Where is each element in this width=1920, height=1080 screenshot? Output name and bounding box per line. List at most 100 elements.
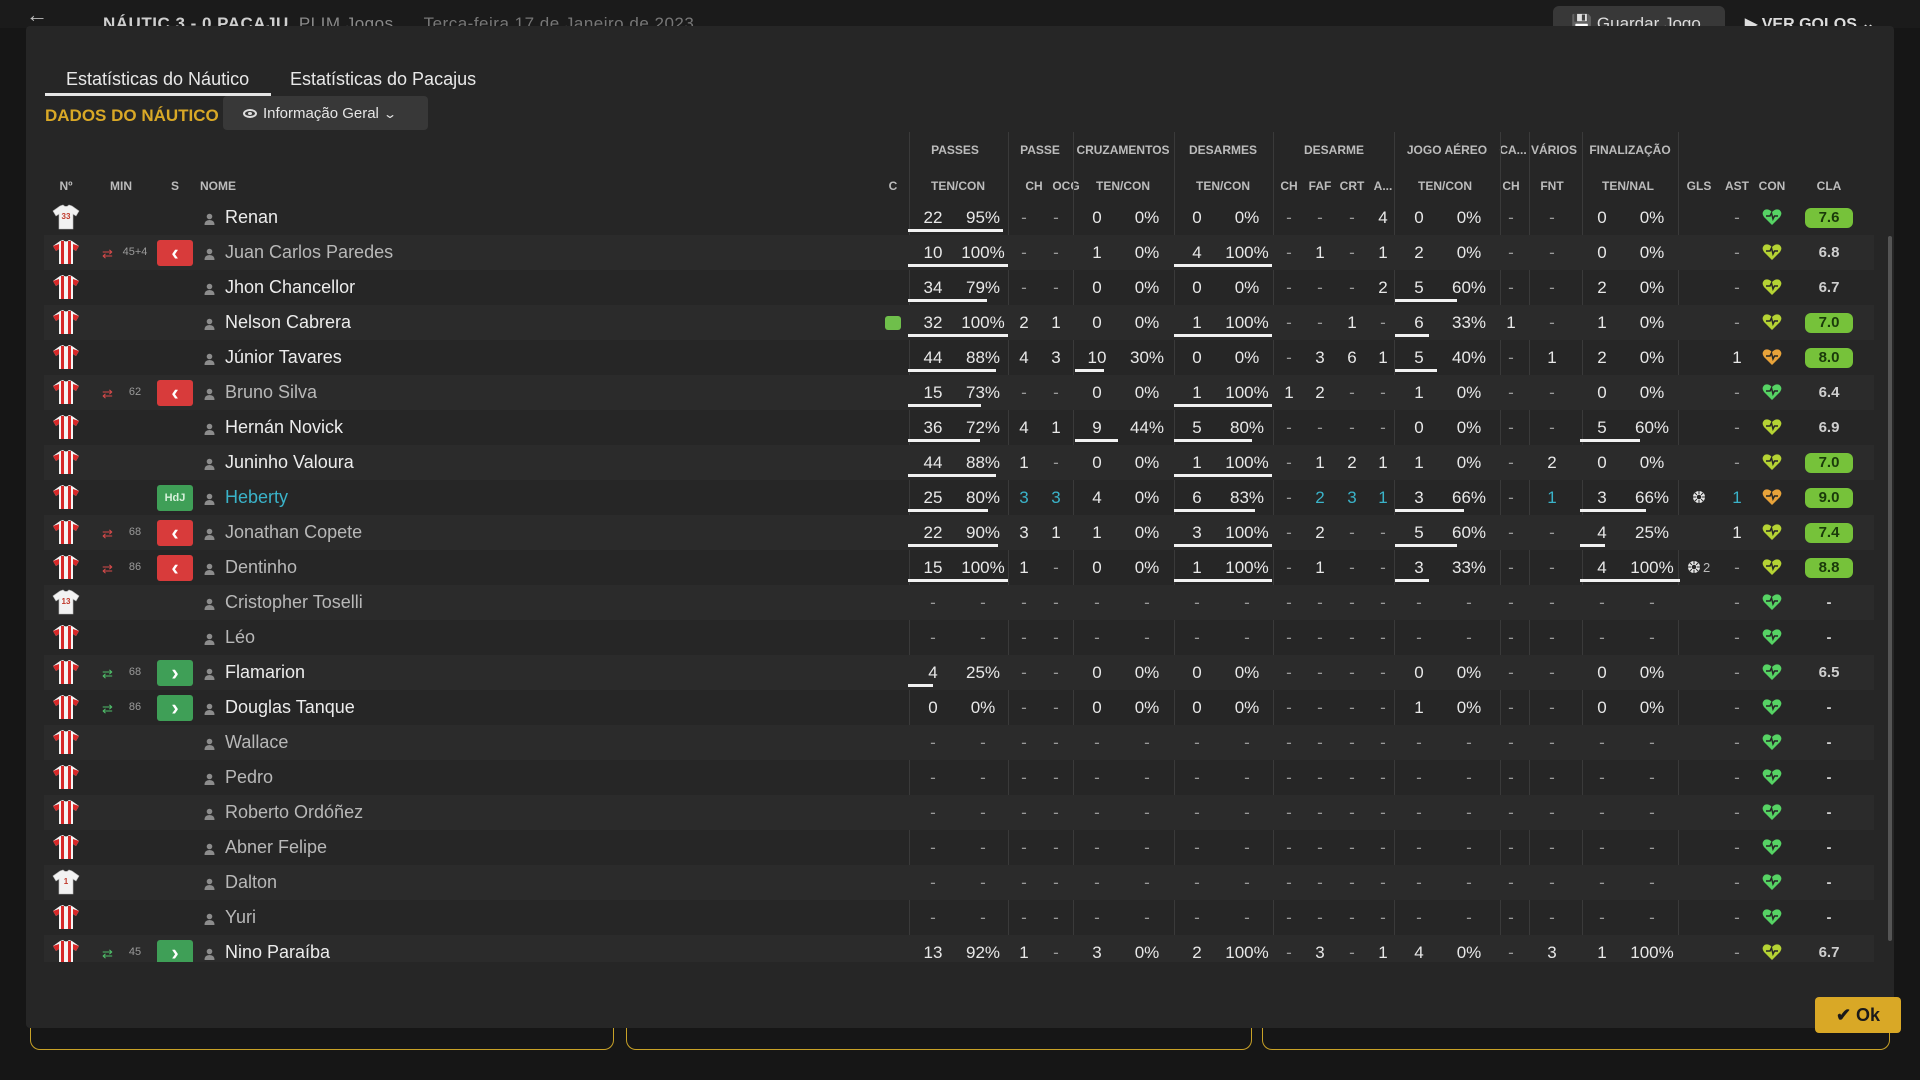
view-selector-dropdown[interactable]: Informação Geral ⌄: [223, 96, 428, 130]
player-name[interactable]: Jonathan Copete: [225, 515, 362, 550]
air-success-bar: [1395, 579, 1429, 582]
column-header-dfaf[interactable]: FAF: [1305, 179, 1335, 193]
table-row[interactable]: ⇄ 45 › Nino Paraíba 13 92% 1-3 0% 2 100% -3-1 4 0% -3…: [44, 935, 1874, 962]
empty-cell: -: [1416, 803, 1422, 822]
player-name[interactable]: Bruno Silva: [225, 375, 317, 410]
player-name[interactable]: Renan: [225, 200, 278, 235]
column-header-dch[interactable]: CH: [1279, 179, 1299, 193]
table-row[interactable]: Yuri - - - - - - - - - - - - - - - - - - - -: [44, 900, 1874, 935]
empty-cell: -: [1053, 873, 1059, 892]
player-name[interactable]: Pedro: [225, 760, 273, 795]
tab-nautico-stats[interactable]: Estatísticas do Náutico: [45, 60, 271, 96]
table-row[interactable]: Wallace - - - - - - - - - - - - - - - - - - - -: [44, 725, 1874, 760]
player-name[interactable]: Abner Felipe: [225, 830, 327, 865]
column-header-ast[interactable]: AST: [1722, 179, 1752, 193]
player-name[interactable]: Yuri: [225, 900, 256, 935]
player-name[interactable]: Roberto Ordóñez: [225, 795, 363, 830]
table-row[interactable]: Roberto Ordóñez - - - - - - - - - - - - - - - - - - - -: [44, 795, 1874, 830]
column-header-cach[interactable]: CH: [1501, 179, 1521, 193]
empty-cell: -: [1508, 593, 1514, 612]
tab-pacajus-stats[interactable]: Estatísticas do Pacajus: [290, 60, 476, 96]
player-name[interactable]: Flamarion: [225, 655, 305, 690]
table-row[interactable]: Juninho Valoura 44 88% 1-0 0% 1 100% -1 2 1 1 0% -2 0…: [44, 445, 1874, 480]
cell-dfaf: 1: [1315, 558, 1325, 577]
column-header-air[interactable]: TEN/CON: [1410, 179, 1480, 193]
column-header-passes[interactable]: TEN/CON: [923, 179, 993, 193]
subbed-on-badge[interactable]: ›: [157, 660, 193, 686]
table-row[interactable]: 13 Cristopher Toselli - - - - - - - - - - - - - - - - - - - -: [44, 585, 1874, 620]
column-header-gls[interactable]: GLS: [1684, 179, 1714, 193]
empty-cell: -: [1549, 873, 1555, 892]
empty-cell: -: [1286, 733, 1292, 752]
column-header-pocg[interactable]: OCG: [1051, 179, 1081, 193]
player-name[interactable]: Dalton: [225, 865, 277, 900]
table-row[interactable]: HdJ Heberty 25 80% 3 3 4 0% 6 83% -2 3 1 3 66% -1 3 66% 1 9…: [44, 480, 1874, 515]
column-header-name[interactable]: NOME: [200, 179, 236, 193]
player-name[interactable]: Dentinho: [225, 550, 297, 585]
subbed-off-badge[interactable]: ‹: [157, 380, 193, 406]
player-name[interactable]: Juninho Valoura: [225, 445, 354, 480]
column-header-min[interactable]: MIN: [101, 179, 141, 193]
column-header-dcrt[interactable]: CRT: [1337, 179, 1367, 193]
table-row[interactable]: Hernán Novick 36 72% 4 1 9 44% 5 80% - - - -0 0% - -5 60…: [44, 410, 1874, 445]
scrollbar[interactable]: [1888, 236, 1892, 941]
cell-dch: 1: [1284, 383, 1294, 402]
player-name[interactable]: Hernán Novick: [225, 410, 343, 445]
player-name[interactable]: Nelson Cabrera: [225, 305, 351, 340]
cell-cach: -: [1508, 558, 1514, 577]
column-header-con[interactable]: CON: [1752, 179, 1792, 193]
table-row[interactable]: ⇄ 86 ‹ Dentinho 15 100% 1-0 0% 1 100% -1- -3 33% - -4 1…: [44, 550, 1874, 585]
cell-dcrt: -: [1349, 663, 1355, 682]
cell-cach: -: [1508, 208, 1514, 227]
player-name[interactable]: Wallace: [225, 725, 288, 760]
back-arrow-icon[interactable]: ←: [26, 4, 48, 26]
man-of-the-match-badge[interactable]: HdJ: [157, 485, 193, 511]
player-name[interactable]: Juan Carlos Paredes: [225, 235, 393, 270]
column-header-c[interactable]: C: [883, 179, 903, 193]
subbed-on-badge[interactable]: ›: [157, 940, 193, 962]
column-header-cla[interactable]: CLA: [1809, 179, 1849, 193]
table-row[interactable]: ⇄ 86 › Douglas Tanque 0 0% - - 0 0% 0 0% - - - - 1 0% - - 0 0…: [44, 690, 1874, 725]
column-header-fin[interactable]: TEN/NAL: [1593, 179, 1663, 193]
player-name[interactable]: Jhon Chancellor: [225, 270, 355, 305]
subbed-off-badge[interactable]: ‹: [157, 520, 193, 546]
subbed-on-badge[interactable]: ›: [157, 695, 193, 721]
column-header-s[interactable]: S: [165, 179, 185, 193]
save-game-button[interactable]: 💾 Guardar Jogo: [1553, 6, 1725, 28]
cell-ft: 1: [1597, 313, 1607, 332]
table-row[interactable]: ⇄ 62 ‹ Bruno Silva 15 73% - -0 0% 1 100% 1 2- -1 0% - -0…: [44, 375, 1874, 410]
table-row[interactable]: ⇄ 68 ‹ Jonathan Copete 22 90% 3 1 1 0% 3 100% -2- -5 6…: [44, 515, 1874, 550]
player-name[interactable]: Cristopher Toselli: [225, 585, 363, 620]
column-header-cruz[interactable]: TEN/CON: [1088, 179, 1158, 193]
cell-fnt: 3: [1547, 943, 1557, 962]
cell-fp: 25%: [1634, 523, 1670, 542]
table-row[interactable]: Pedro - - - - - - - - - - - - - - - - - - - -: [44, 760, 1874, 795]
player-name[interactable]: Júnior Tavares: [225, 340, 342, 375]
table-row[interactable]: ⇄ 68 › Flamarion 4 25% - -0 0% 0 0% - - - -0 0% - -0 0% -6.…: [44, 655, 1874, 690]
table-row[interactable]: 1 Dalton - - - - - - - - - - - - - - - - - - - -: [44, 865, 1874, 900]
column-header-des[interactable]: TEN/CON: [1188, 179, 1258, 193]
table-row[interactable]: Júnior Tavares 44 88% 4 3 10 30% 0 0% -3 6 1 5 40% -1 2…: [44, 340, 1874, 375]
player-name[interactable]: Heberty: [225, 480, 288, 515]
ok-button[interactable]: ✔ Ok: [1815, 997, 1901, 1033]
subbed-off-badge[interactable]: ‹: [157, 240, 193, 266]
cell-cp: 30%: [1129, 348, 1165, 367]
rating-badge: -: [1826, 909, 1832, 926]
table-row[interactable]: Abner Felipe - - - - - - - - - - - - - - - - - - - -: [44, 830, 1874, 865]
cell-dt: 2: [1192, 943, 1202, 962]
column-header-fnt[interactable]: FNT: [1537, 179, 1567, 193]
column-header-pch[interactable]: CH: [1024, 179, 1044, 193]
subbed-off-badge[interactable]: ‹: [157, 555, 193, 581]
table-row[interactable]: Léo - - - - - - - - - - - - - - - - - - - -: [44, 620, 1874, 655]
table-row[interactable]: Jhon Chancellor 34 79% - -0 0% 0 0% - - -2 5 60% - -2 0…: [44, 270, 1874, 305]
empty-cell: -: [1317, 593, 1323, 612]
table-row[interactable]: 33 Renan 22 95% - -0 0% 0 0% - - -4 0 0% - -0 0% -7.6: [44, 200, 1874, 235]
table-row[interactable]: ⇄ 45+4 ‹ Juan Carlos Paredes 10 100% - -1 0% 4 100…: [44, 235, 1874, 270]
empty-cell: -: [1144, 768, 1150, 787]
player-name[interactable]: Nino Paraíba: [225, 935, 330, 962]
cell-pocg: 1: [1051, 523, 1061, 542]
column-header-num[interactable]: Nº: [51, 179, 81, 193]
player-name[interactable]: Léo: [225, 620, 255, 655]
table-row[interactable]: Nelson Cabrera 32 100% 2 1 0 0% 1 100% - -1-6 33% 1-…: [44, 305, 1874, 340]
player-name[interactable]: Douglas Tanque: [225, 690, 355, 725]
